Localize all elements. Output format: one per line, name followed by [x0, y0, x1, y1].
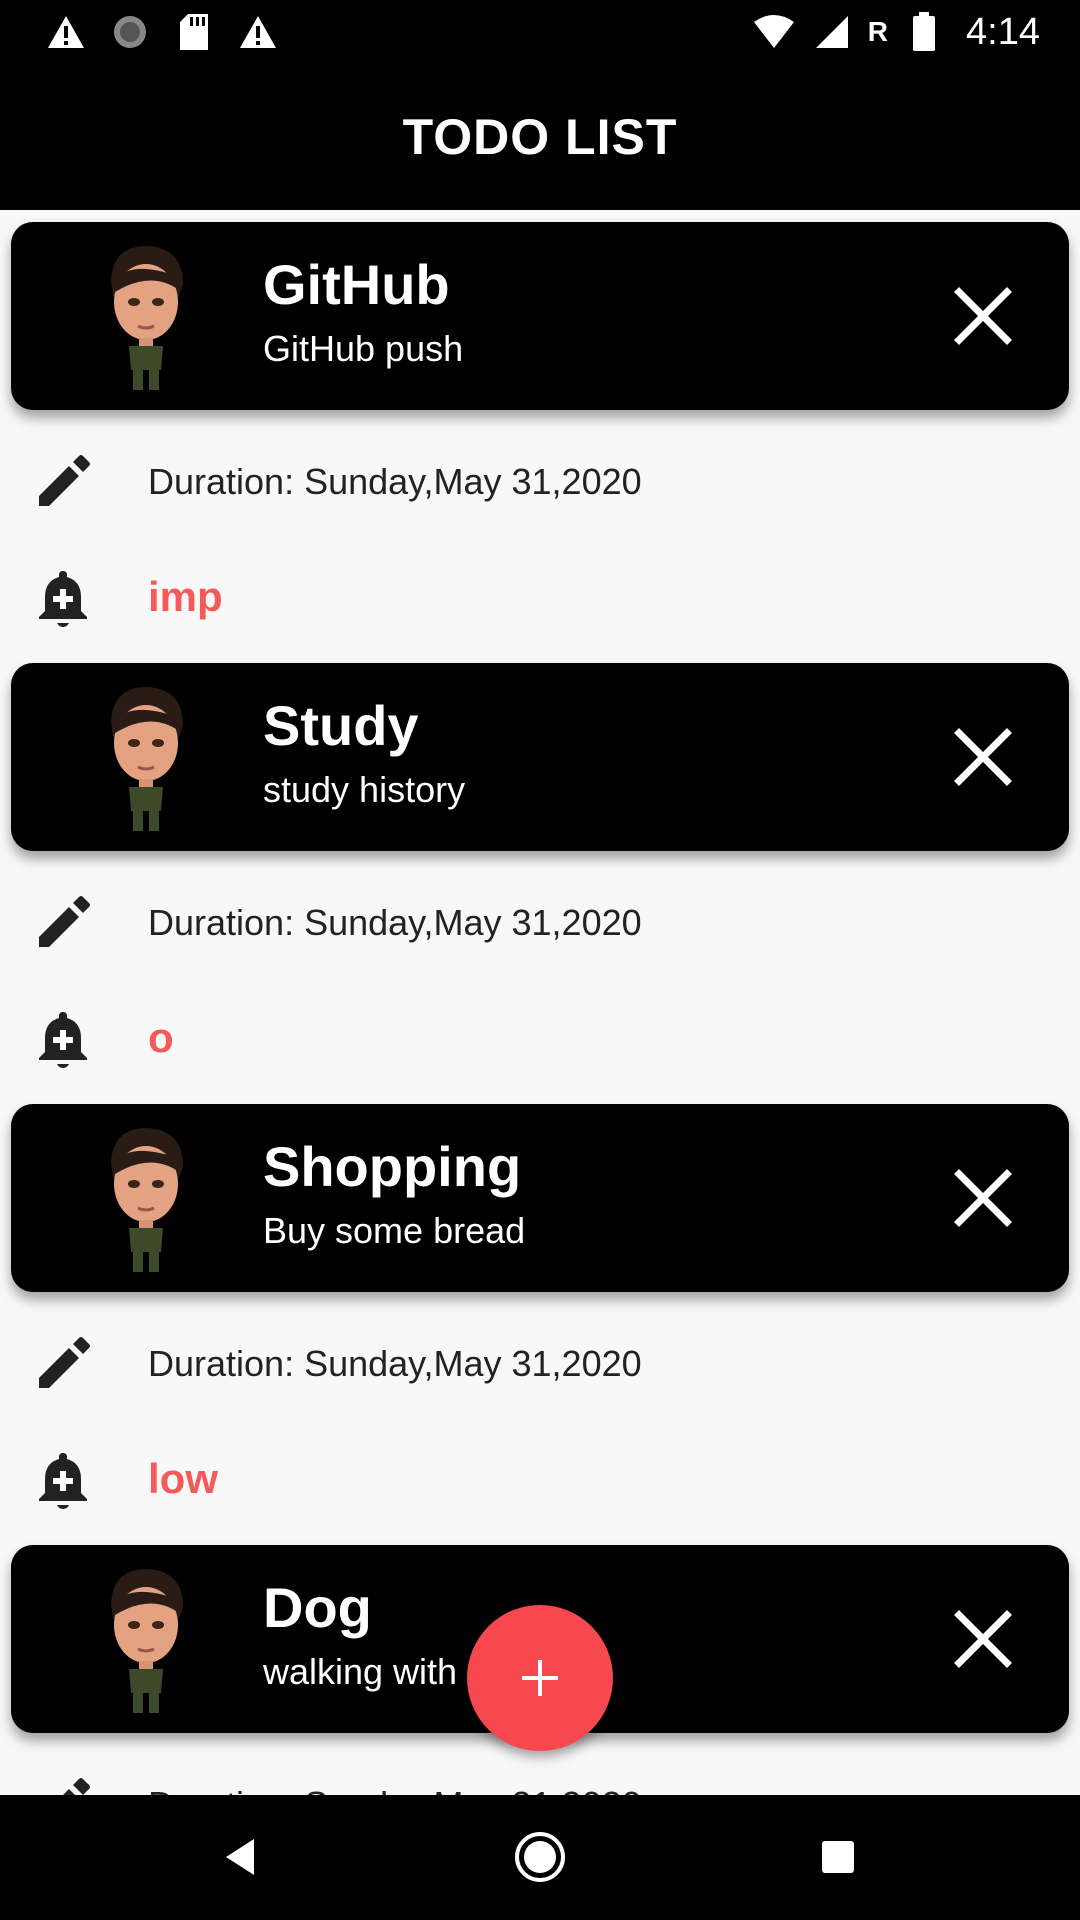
- todo-subtitle: Buy some bread: [263, 1210, 526, 1251]
- navigation-bar: [0, 1795, 1080, 1920]
- duration-text: Duration: Sunday,May 31,2020: [148, 1784, 642, 1795]
- priority-row: o: [0, 998, 1080, 1078]
- priority-row: low: [0, 1439, 1080, 1519]
- bell-add-icon: [28, 562, 98, 632]
- warning-icon: [236, 10, 280, 54]
- avatar: [111, 1569, 183, 1713]
- todo-card[interactable]: GitHub GitHub push: [11, 222, 1069, 410]
- app-bar: TODO LIST: [0, 64, 1080, 210]
- priority-label: low: [148, 1455, 218, 1502]
- todo-card[interactable]: Study study history: [11, 663, 1069, 851]
- duration-row[interactable]: Duration: Sunday,May 31,2020: [0, 442, 1080, 522]
- wifi-icon: [752, 10, 796, 54]
- signal-icon: [810, 10, 854, 54]
- todo-item: Study study history Duration: Sunday,May…: [0, 651, 1080, 1092]
- page-title: TODO LIST: [402, 109, 678, 165]
- duration-row[interactable]: Duration: Sunday,May 31,2020: [0, 1324, 1080, 1404]
- add-todo-button[interactable]: [467, 1605, 613, 1751]
- todo-item: Shopping Buy some bread Duration: Sunday…: [0, 1092, 1080, 1533]
- close-icon[interactable]: [951, 725, 1015, 789]
- duration-text: Duration: Sunday,May 31,2020: [148, 902, 642, 943]
- close-icon[interactable]: [951, 284, 1015, 348]
- status-bar: R 4:14: [0, 0, 1080, 64]
- duration-row[interactable]: Duration: Sunday,May 31,2020: [0, 883, 1080, 963]
- home-icon[interactable]: [500, 1817, 580, 1897]
- bell-add-icon: [28, 1003, 98, 1073]
- todo-subtitle: study history: [263, 769, 466, 810]
- todo-card[interactable]: Shopping Buy some bread: [11, 1104, 1069, 1292]
- plus-icon: [522, 1660, 558, 1696]
- avatar: [111, 246, 183, 390]
- edit-icon[interactable]: [28, 447, 98, 517]
- warning-icon: [44, 10, 88, 54]
- todo-title: GitHub: [263, 253, 450, 316]
- status-time: 4:14: [966, 10, 1040, 53]
- todo-title: Shopping: [263, 1135, 522, 1198]
- todo-title: Dog: [263, 1576, 372, 1639]
- status-system: R 4:14: [752, 8, 1040, 56]
- battery-icon: [902, 10, 946, 54]
- edit-icon[interactable]: [28, 1770, 98, 1795]
- duration-text: Duration: Sunday,May 31,2020: [148, 461, 642, 502]
- sd-card-icon: [172, 10, 216, 54]
- todo-title: Study: [263, 694, 419, 757]
- back-icon[interactable]: [200, 1817, 280, 1897]
- duration-text: Duration: Sunday,May 31,2020: [148, 1343, 642, 1384]
- network-type-label: R: [867, 16, 889, 47]
- priority-label: imp: [148, 573, 223, 620]
- recents-icon[interactable]: [798, 1817, 878, 1897]
- todo-list[interactable]: GitHub GitHub push Duration: Sunday,May …: [0, 210, 1080, 1795]
- priority-row: imp: [0, 557, 1080, 637]
- close-icon[interactable]: [951, 1607, 1015, 1671]
- bell-add-icon: [28, 1444, 98, 1514]
- todo-item: GitHub GitHub push Duration: Sunday,May …: [0, 210, 1080, 651]
- todo-subtitle: walking with: [263, 1651, 458, 1692]
- duration-row[interactable]: Duration: Sunday,May 31,2020: [0, 1765, 1080, 1795]
- avatar: [111, 1128, 183, 1272]
- close-icon[interactable]: [951, 1166, 1015, 1230]
- avatar: [111, 687, 183, 831]
- status-notifications: [44, 8, 280, 56]
- priority-label: o: [148, 1014, 174, 1061]
- edit-icon[interactable]: [28, 888, 98, 958]
- edit-icon[interactable]: [28, 1329, 98, 1399]
- loading-icon: [108, 10, 152, 54]
- todo-subtitle: GitHub push: [263, 328, 464, 369]
